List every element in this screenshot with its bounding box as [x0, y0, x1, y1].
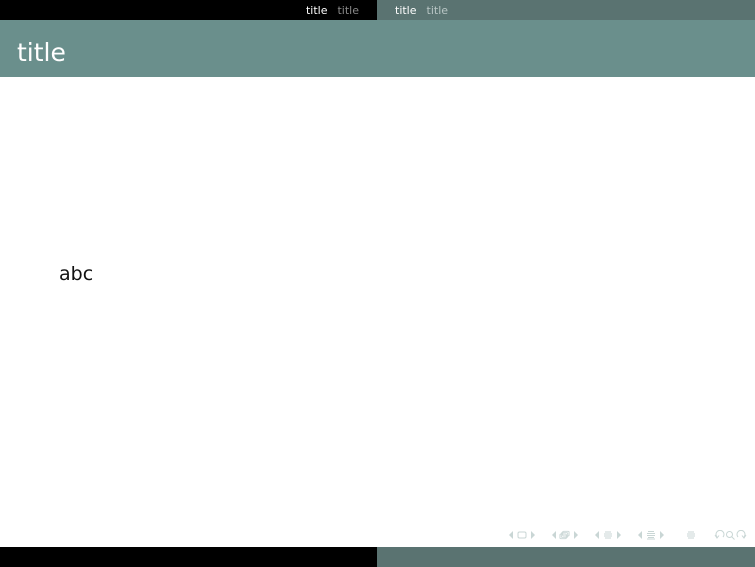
headline-left-nav-1[interactable]: title: [306, 4, 328, 17]
footline-left-section: [0, 547, 377, 567]
frame-prev-icon[interactable]: [548, 528, 559, 542]
section-prev-icon[interactable]: [634, 528, 645, 542]
slide-next-icon[interactable]: [527, 528, 538, 542]
footline-right-section: [377, 547, 755, 567]
section-icon[interactable]: [645, 528, 656, 542]
section-next-icon[interactable]: [656, 528, 667, 542]
frame-nav-group: [548, 528, 581, 542]
headline-right-section: title title: [377, 0, 755, 20]
headline-left-section: title title: [0, 0, 377, 20]
headline-left-nav-2[interactable]: title: [337, 4, 359, 17]
subsection-prev-icon[interactable]: [591, 528, 602, 542]
search-icon[interactable]: [725, 528, 736, 542]
subsection-next-icon[interactable]: [613, 528, 624, 542]
section-nav-group: [634, 528, 667, 542]
forward-icon[interactable]: [736, 528, 747, 542]
headline: title title title title: [0, 0, 755, 20]
frame-body-text: abc: [59, 263, 94, 285]
slide-icon[interactable]: [516, 528, 527, 542]
appendix-nav-group: [685, 528, 696, 542]
back-icon[interactable]: [714, 528, 725, 542]
frametitle-bar: title: [0, 20, 755, 77]
subsection-icon[interactable]: [602, 528, 613, 542]
slide-nav-group: [505, 528, 538, 542]
subsection-nav-group: [591, 528, 624, 542]
frame-icon[interactable]: [559, 528, 570, 542]
search-nav-group: [714, 528, 747, 542]
frame-title: title: [17, 38, 66, 67]
headline-right-nav-2[interactable]: title: [427, 4, 449, 17]
slide-prev-icon[interactable]: [505, 528, 516, 542]
footline: [0, 547, 755, 567]
headline-right-nav-1[interactable]: title: [395, 4, 417, 17]
navigation-symbols: [505, 527, 747, 543]
appendix-icon[interactable]: [685, 528, 696, 542]
frame-next-icon[interactable]: [570, 528, 581, 542]
